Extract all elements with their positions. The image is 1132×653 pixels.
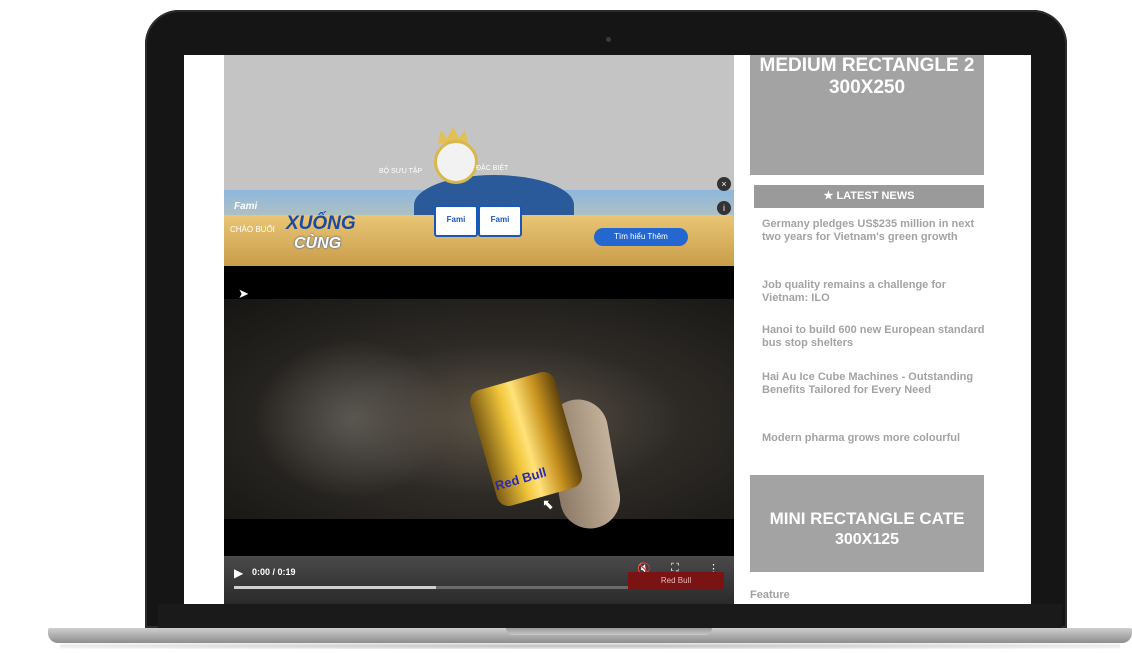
video-controls: ▶ 0:00 / 0:19 🔇 ⛶ ⋮ Red Bull <box>224 556 734 604</box>
banner-ad[interactable]: BỘ SƯU TẬP ĐẶC BIỆT Fami CHÀO BUỔI XUỐNG… <box>224 55 734 266</box>
video-progress-fill <box>234 586 436 589</box>
arm-graphic <box>254 339 454 499</box>
news-link[interactable]: Germany pledges US$235 million in next t… <box>762 218 986 244</box>
video-time: 0:00 / 0:19 <box>252 567 296 577</box>
latest-news-header: ★ LATEST NEWS <box>754 185 984 208</box>
ad-mini-text: ĐẶC BIỆT <box>476 165 509 172</box>
ad-placeholder-title: MEDIUM RECTANGLE 2 <box>759 55 975 76</box>
news-link[interactable]: Job quality remains a challenge for Viet… <box>762 279 986 305</box>
ad-cta-button[interactable]: Tìm hiểu Thêm <box>594 228 688 246</box>
ad-prefix-text: CHÀO BUỔI <box>230 225 275 234</box>
product-box: Fami <box>478 205 522 237</box>
product-label: Fami <box>490 215 510 224</box>
webcam-icon <box>606 37 611 42</box>
mini-rectangle-ad[interactable]: MINI RECTANGLE CATE 300X125 <box>750 475 984 572</box>
video-frame: Red Bull <box>224 299 734 534</box>
play-icon[interactable]: ▶ <box>234 566 243 580</box>
news-link[interactable]: Hanoi to build 600 new European standard… <box>762 324 986 350</box>
ad-info-icon[interactable]: i <box>717 201 731 215</box>
ad-placeholder-size: 300X125 <box>834 531 900 548</box>
ad-headline: XUỐNG <box>286 213 356 234</box>
laptop-shadow <box>60 643 1120 649</box>
mascot-image <box>434 140 478 184</box>
ad-subheadline: CÙNG <box>294 235 342 252</box>
laptop-screen: BỘ SƯU TẬP ĐẶC BIỆT Fami CHÀO BUỔI XUỐNG… <box>184 55 1031 604</box>
product-box: Fami <box>434 205 478 237</box>
laptop-notch <box>506 628 712 635</box>
ad-brand-logo: Fami <box>234 201 258 212</box>
video-player[interactable]: Red Bull ➤ ⬉ ▶ 0:00 / 0:19 🔇 ⛶ ⋮ Red Bul… <box>224 266 734 604</box>
video-brand-badge[interactable]: Red Bull <box>628 572 724 590</box>
laptop-bezel <box>158 604 1062 628</box>
news-link[interactable]: Hai Au Ice Cube Machines - Outstanding B… <box>762 371 986 397</box>
ad-placeholder-size: 300X250 <box>828 77 906 98</box>
product-label: Fami <box>446 215 466 224</box>
news-link[interactable]: Modern pharma grows more colourful <box>762 432 986 445</box>
ad-placeholder-title: MINI RECTANGLE CATE <box>769 509 965 528</box>
ad-mini-text: BỘ SƯU TẬP <box>379 168 423 175</box>
medium-rectangle-ad[interactable]: MEDIUM RECTANGLE 2 300X250 <box>750 55 984 175</box>
can-graphic <box>467 369 585 509</box>
mouse-cursor-icon: ⬉ <box>542 496 554 512</box>
feature-section-label: Feature <box>750 589 790 601</box>
ad-close-icon[interactable]: × <box>717 177 731 191</box>
share-icon[interactable]: ➤ <box>238 286 249 302</box>
